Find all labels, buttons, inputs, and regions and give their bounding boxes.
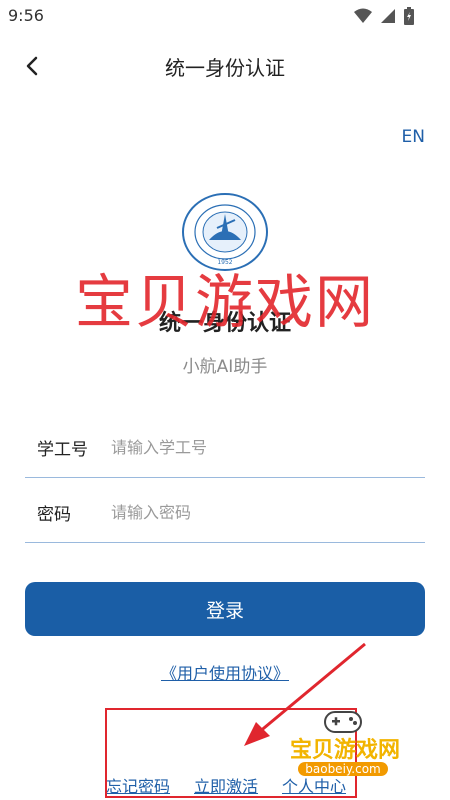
student-id-input[interactable] [111,438,425,457]
status-bar: 9:56 [0,0,450,34]
student-id-field: 学工号 [25,418,425,478]
password-input[interactable] [111,503,425,522]
watermark: 宝贝游戏网 [74,268,375,336]
student-id-label: 学工号 [37,440,88,460]
portal-subtitle: 小航AI助手 [182,357,268,377]
status-time: 9:56 [8,6,44,25]
password-field: 密码 [25,483,425,543]
user-agreement-link[interactable]: 《用户使用协议》 [0,660,450,684]
login-button[interactable]: 登录 [25,582,425,636]
wifi-icon [354,8,372,23]
status-icons [354,7,414,25]
corner-watermark-url: baobeiy.com [298,762,388,776]
battery-icon [404,7,414,25]
header-title: 统一身份认证 [165,56,285,80]
corner-watermark: 宝贝游戏网 baobeiy.com [270,710,420,780]
gamepad-icon [324,711,362,733]
password-label: 密码 [37,505,71,525]
header: 统一身份认证 [0,40,450,90]
language-toggle[interactable]: EN [402,127,425,147]
signal-icon [381,9,395,23]
corner-watermark-text: 宝贝游戏网 [289,738,400,763]
